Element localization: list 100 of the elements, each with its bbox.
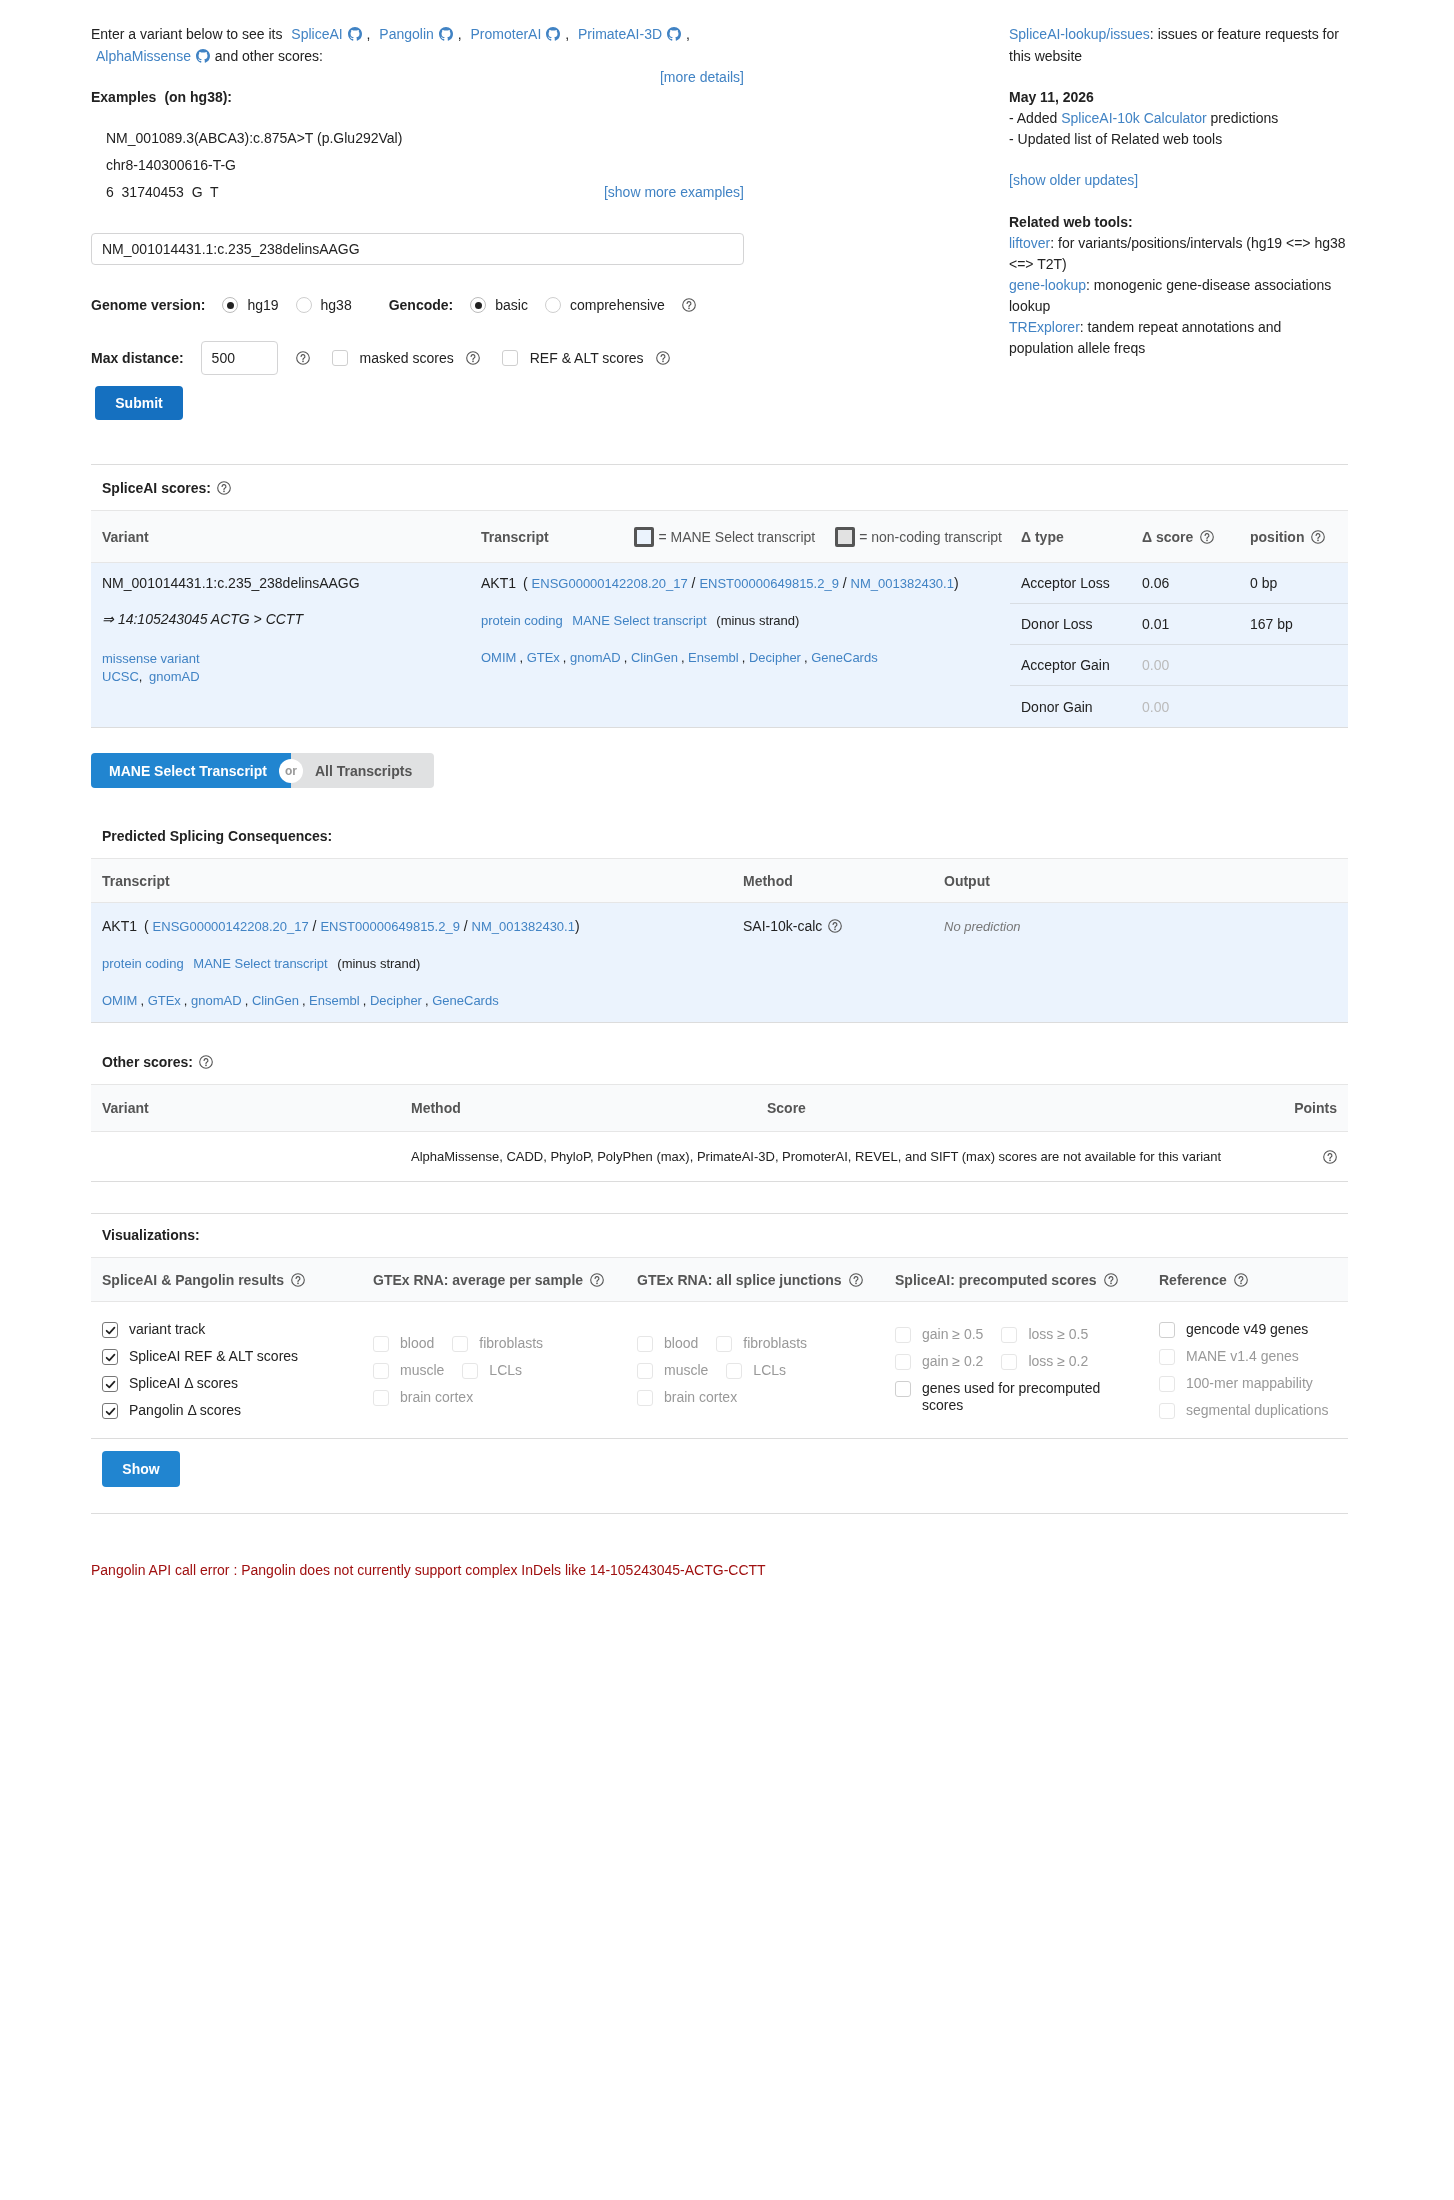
help-icon[interactable] [1233, 1272, 1248, 1287]
radio-button[interactable] [295, 297, 312, 313]
help-icon[interactable] [681, 298, 696, 312]
help-icon[interactable] [216, 481, 231, 495]
transcript-tag-link[interactable]: protein coding [481, 613, 563, 628]
help-icon[interactable] [1323, 1149, 1337, 1164]
show-older-updates-link[interactable]: [show older updates] [1009, 172, 1139, 188]
gene-link[interactable]: OMIM [481, 650, 517, 665]
help-icon[interactable] [655, 351, 670, 365]
show-button[interactable]: Show [102, 1451, 180, 1487]
github-icon[interactable] [195, 49, 210, 63]
github-icon[interactable] [438, 27, 453, 41]
issues-link[interactable]: SpliceAI-lookup/issues [1009, 26, 1150, 42]
transcript-id-link[interactable]: ENSG00000142208.20_17 [531, 576, 688, 591]
gene-link[interactable]: Ensembl [688, 650, 739, 665]
radio-button[interactable] [222, 297, 239, 313]
checkbox-label: variant track [129, 1321, 206, 1338]
tool-link[interactable]: AlphaMissense [96, 48, 191, 64]
gene-link[interactable]: gnomAD [191, 993, 242, 1008]
legend-label: = MANE Select transcript [658, 527, 816, 547]
github-icon[interactable] [667, 27, 682, 41]
tool-link[interactable]: SpliceAI [291, 26, 343, 42]
transcript-id-link[interactable]: ENST00000649815.2_9 [699, 576, 839, 591]
related-tool-note: gene-lookup: monogenic gene-disease associations lookup [1009, 276, 1333, 316]
column-header: SpliceAI: precomputed scores [895, 1270, 1097, 1290]
method-name: SAI-10k-calc [743, 917, 823, 936]
variant-input[interactable]: NM_001014431.1:c.235_238delinsAAGG [91, 233, 744, 265]
help-icon[interactable] [848, 1272, 863, 1287]
transcript-id-link[interactable]: ENST00000649815.2_9 [320, 919, 460, 934]
tool-link[interactable]: Pangolin [379, 26, 434, 42]
checkbox-label: LCLs [753, 1361, 787, 1379]
transcript-ids: AKT1 ( ENSG00000142208.20_17 / ENST00000649815.2_9 / NM_001382430.1) [102, 917, 581, 936]
gene-link[interactable]: ClinGen [251, 993, 299, 1008]
browser-link[interactable]: UCSC [102, 669, 139, 684]
gene-link[interactable]: Decipher [748, 650, 801, 665]
delta-score: 0.00 [1142, 656, 1170, 675]
tool-link[interactable]: PromoterAI [470, 26, 542, 42]
transcript-id-link[interactable]: NM_001382430.1 [850, 576, 954, 591]
example-variant[interactable]: 6 31740453 G T [106, 179, 219, 206]
help-icon[interactable] [590, 1272, 605, 1287]
checkbox-label: fibroblasts [743, 1334, 808, 1352]
checkbox-label: REF & ALT scores [529, 349, 644, 368]
column-header: SpliceAI & Pangolin results [102, 1270, 285, 1290]
calculator-link[interactable]: SpliceAI-10k Calculator [1061, 110, 1207, 126]
transcript-id-link[interactable]: ENSG00000142208.20_17 [152, 919, 309, 934]
help-icon[interactable] [1311, 529, 1326, 544]
radio-button[interactable] [470, 297, 487, 313]
delta-score: 0.00 [1142, 697, 1170, 717]
help-icon[interactable] [1103, 1272, 1118, 1287]
help-icon[interactable] [1200, 529, 1215, 544]
unavailable-scores-note: AlphaMissense, CADD, PhyloP, PolyPhen (max), PrimateAI-3D, PromoterAI, REVEL, and SIFT (max) scores are not available for this variant [411, 1147, 1222, 1166]
transcript-tags: protein coding MANE Select transcript (minus strand) [102, 955, 721, 973]
gene-link[interactable]: GTEx [147, 993, 181, 1008]
help-icon[interactable] [199, 1055, 214, 1069]
gene-link[interactable]: ClinGen [630, 650, 678, 665]
transcript-tag-link[interactable]: MANE Select transcript [193, 956, 328, 971]
section-title: Predicted Splicing Consequences: [102, 827, 333, 846]
consequence-link[interactable]: missense variant [102, 651, 200, 666]
column-header: Variant [102, 1099, 149, 1118]
max-distance-input[interactable]: 500 [200, 341, 278, 375]
show-more-examples-link[interactable]: [show more examples] [603, 179, 744, 206]
checkbox[interactable] [102, 1349, 118, 1365]
checkbox[interactable] [102, 1376, 118, 1392]
help-icon[interactable] [295, 351, 310, 365]
related-tool-note: TRExplorer: tandem repeat annotations and population allele freqs [1009, 318, 1283, 358]
gene-link[interactable]: gnomAD [570, 650, 621, 665]
legend-label: = non-coding transcript [859, 527, 1002, 547]
checkbox[interactable] [102, 1322, 118, 1338]
gene-link[interactable]: GeneCards [811, 650, 878, 665]
checkbox-label: gencode v49 genes [1186, 1321, 1309, 1338]
example-variant[interactable]: NM_001089.3(ABCA3):c.875A>T (p.Glu292Val) [106, 125, 403, 152]
browser-link[interactable]: gnomAD [149, 669, 200, 684]
help-icon[interactable] [828, 919, 843, 933]
github-icon[interactable] [347, 27, 362, 41]
transcript-tag-link[interactable]: protein coding [102, 956, 184, 971]
genome-version-label: Genome version: [91, 296, 206, 315]
delta-type: Donor Gain [1021, 697, 1093, 717]
examples-title: Examples [91, 88, 157, 107]
column-header: Points [1294, 1099, 1337, 1118]
position-value: 167 bp [1250, 615, 1293, 634]
delta-type: Acceptor Gain [1021, 656, 1110, 675]
checkbox[interactable] [102, 1403, 118, 1419]
gene-link[interactable]: Decipher [369, 993, 422, 1008]
submit-button[interactable]: Submit [95, 386, 183, 420]
radio-button[interactable] [544, 297, 561, 313]
transcript-id-link[interactable]: NM_001382430.1 [471, 919, 575, 934]
checkbox-label: fibroblasts [479, 1334, 544, 1352]
gene-link[interactable]: Ensembl [309, 993, 360, 1008]
help-icon[interactable] [465, 351, 480, 365]
gene-link[interactable]: GTEx [526, 650, 560, 665]
gene-link[interactable]: OMIM [102, 993, 138, 1008]
gene-link[interactable]: GeneCards [432, 993, 499, 1008]
github-icon[interactable] [546, 27, 561, 41]
more-details-link[interactable]: [more details] [659, 69, 744, 85]
help-icon[interactable] [291, 1272, 306, 1287]
tool-link[interactable]: PrimateAI-3D [578, 26, 663, 42]
error-message: Pangolin API call error : Pangolin does not currently support complex InDels like 14-105243045-ACTG-CCTT [91, 1561, 767, 1580]
related-tool-link[interactable]: TRExplorer [1009, 319, 1080, 335]
example-variant[interactable]: chr8-140300616-T-G [106, 152, 236, 179]
transcript-tag-link[interactable]: MANE Select transcript [572, 613, 707, 628]
